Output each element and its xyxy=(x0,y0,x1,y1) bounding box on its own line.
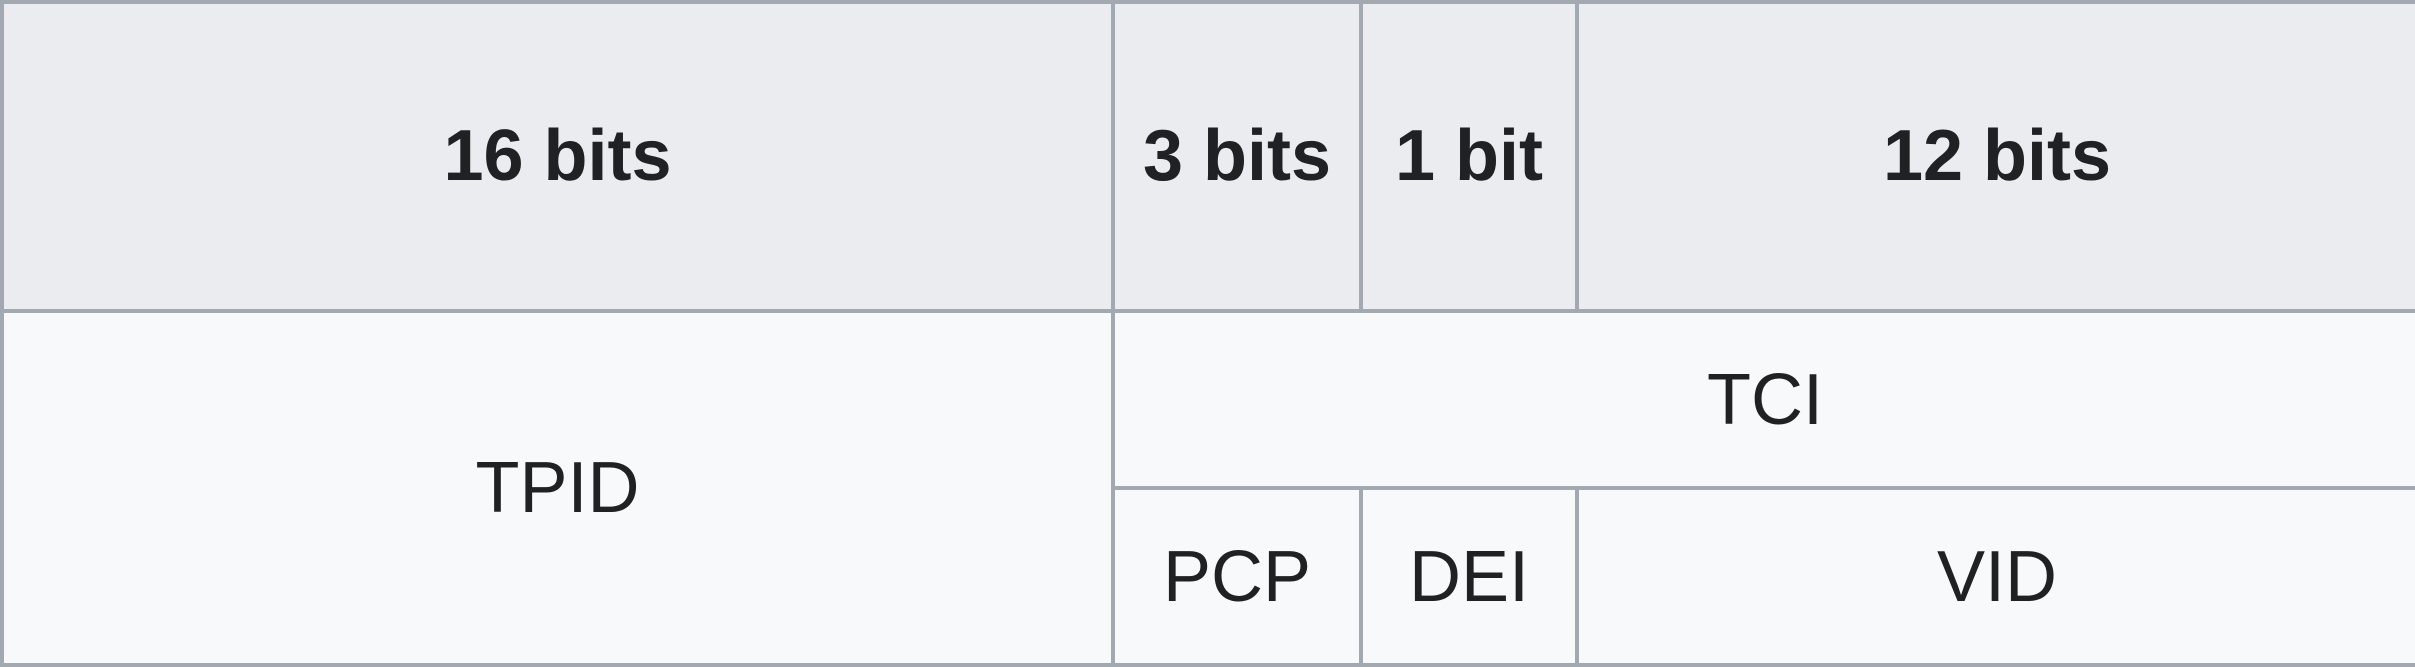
vlan-tag-format-table: 16 bits 3 bits 1 bit 12 bits TPID TCI PC… xyxy=(0,0,2415,667)
tpid-field-cell: TPID xyxy=(0,309,1115,667)
header-row: 16 bits 3 bits 1 bit 12 bits xyxy=(0,0,2415,313)
pcp-size-header: 3 bits xyxy=(1111,0,1363,313)
tpid-size-header: 16 bits xyxy=(0,0,1115,313)
dei-size-header: 1 bit xyxy=(1359,0,1579,313)
pcp-field-cell: PCP xyxy=(1111,486,1363,667)
dei-field-cell: DEI xyxy=(1359,486,1579,667)
vid-field-cell: VID xyxy=(1575,486,2415,667)
tci-row: TPID TCI xyxy=(0,309,2415,667)
tci-field-cell: TCI xyxy=(1111,309,2415,490)
vid-size-header: 12 bits xyxy=(1575,0,2415,313)
